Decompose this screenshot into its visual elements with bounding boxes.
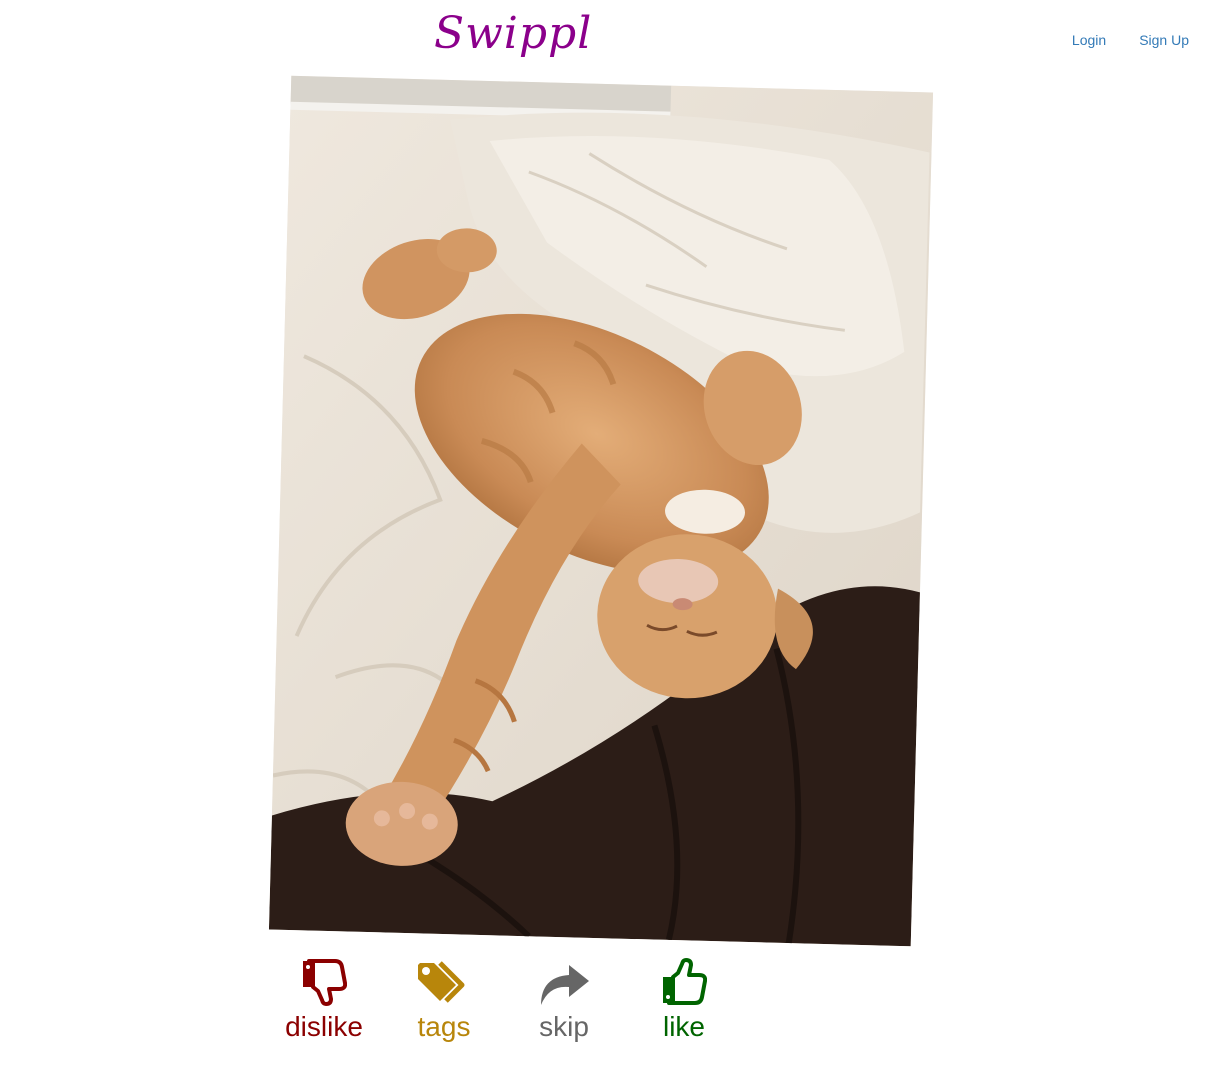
thumbs-up-icon xyxy=(624,953,744,1007)
brand-logo[interactable]: Swippl xyxy=(434,12,592,56)
tags-label: tags xyxy=(417,1011,471,1042)
share-arrow-icon xyxy=(504,953,624,1007)
like-button[interactable]: like xyxy=(624,953,744,1045)
like-label: like xyxy=(662,1011,705,1042)
card-photo[interactable] xyxy=(268,75,934,947)
tags-icon xyxy=(384,953,504,1007)
dislike-button[interactable]: dislike xyxy=(264,953,384,1045)
dislike-label: dislike xyxy=(285,1011,363,1042)
skip-label: skip xyxy=(539,1011,589,1042)
page: Swippl Login Sign Up dislike tags skip l… xyxy=(0,0,1221,1073)
action-bar: dislike tags skip like xyxy=(264,953,744,1053)
top-nav: Login Sign Up xyxy=(1039,31,1189,49)
signup-link[interactable]: Sign Up xyxy=(1139,31,1189,49)
tags-button[interactable]: tags xyxy=(384,953,504,1045)
thumbs-down-icon xyxy=(264,953,384,1007)
login-link[interactable]: Login xyxy=(1072,31,1106,49)
cat-photo-image xyxy=(268,75,934,947)
skip-button[interactable]: skip xyxy=(504,953,624,1045)
